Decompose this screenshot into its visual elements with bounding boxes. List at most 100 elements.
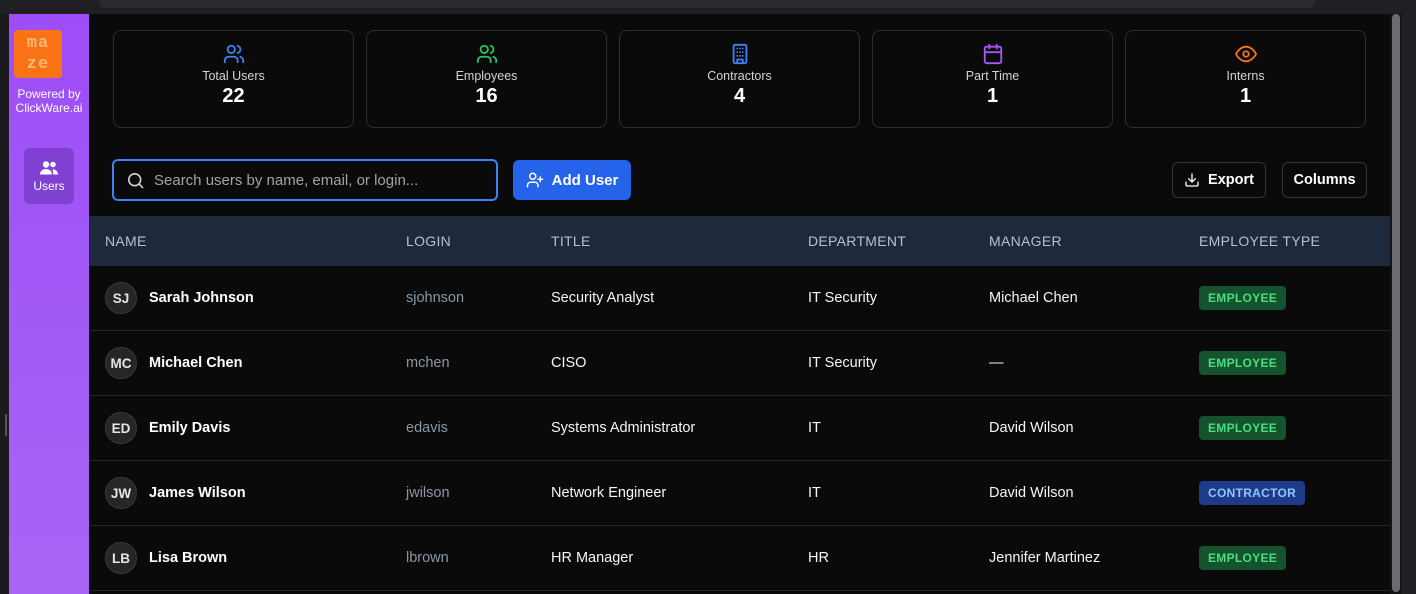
scrollbar-thumb[interactable]: [1392, 14, 1400, 592]
powered-by-brand: ClickWare.ai: [15, 101, 83, 115]
stat-value: 22: [222, 85, 245, 107]
eye-icon: [1234, 45, 1257, 63]
sidebar-item-label: Users: [33, 178, 65, 193]
department-cell: IT: [808, 485, 821, 501]
columns-label: Columns: [1293, 172, 1356, 188]
export-label: Export: [1208, 172, 1254, 188]
column-header-login[interactable]: LOGIN: [406, 233, 451, 249]
browser-address-bar[interactable]: [100, 0, 1315, 8]
avatar: LB: [105, 542, 137, 574]
login-cell: mchen: [406, 355, 450, 371]
avatar: SJ: [105, 282, 137, 314]
stat-value: 4: [733, 85, 746, 107]
title-cell: Systems Administrator: [551, 420, 696, 436]
logo-line-2: ze: [26, 55, 50, 74]
stat-card-part-time: Part Time 1: [872, 30, 1113, 128]
name-cell: LB Lisa Brown: [105, 542, 227, 574]
toolbar: Add User Export Columns: [89, 159, 1390, 201]
stat-value: 16: [475, 85, 498, 107]
user-name[interactable]: Lisa Brown: [149, 550, 227, 566]
avatar: MC: [105, 347, 137, 379]
search-icon: [127, 172, 144, 188]
table-row[interactable]: LB Lisa Brown lbrown HR Manager HR Jenni…: [89, 526, 1390, 591]
avatar: ED: [105, 412, 137, 444]
user-name[interactable]: Sarah Johnson: [149, 290, 254, 306]
manager-cell: Jennifer Martinez: [989, 550, 1101, 566]
column-header-title[interactable]: TITLE: [551, 233, 591, 249]
table-row[interactable]: SJ Sarah Johnson sjohnson Security Analy…: [89, 266, 1390, 331]
name-cell: JW James Wilson: [105, 477, 246, 509]
search-input[interactable]: [154, 171, 474, 189]
department-cell: IT Security: [808, 355, 878, 371]
department-cell: IT: [808, 420, 821, 436]
title-cell: HR Manager: [551, 550, 634, 566]
login-cell: lbrown: [406, 550, 449, 566]
table-row[interactable]: MC Michael Chen mchen CISO IT Security —…: [89, 331, 1390, 396]
employee-type-badge: EMPLOYEE: [1199, 351, 1287, 375]
employee-type-badge: EMPLOYEE: [1199, 416, 1287, 440]
stat-card-employees: Employees 16: [366, 30, 607, 128]
vertical-scrollbar[interactable]: [1390, 14, 1402, 594]
stat-label: Contractors: [707, 69, 772, 83]
stat-label: Total Users: [202, 69, 265, 83]
manager-cell: David Wilson: [989, 420, 1074, 436]
employee-type-badge: EMPLOYEE: [1199, 286, 1287, 310]
download-icon: [1185, 173, 1199, 187]
column-header-department[interactable]: DEPARTMENT: [808, 233, 906, 249]
add-user-button[interactable]: Add User: [513, 160, 631, 200]
stat-value: 1: [986, 85, 999, 107]
column-header-manager[interactable]: MANAGER: [989, 233, 1062, 249]
manager-cell: Michael Chen: [989, 290, 1078, 306]
table-row[interactable]: ED Emily Davis edavis Systems Administra…: [89, 396, 1390, 461]
columns-button[interactable]: Columns: [1282, 162, 1367, 198]
stat-card-contractors: Contractors 4: [619, 30, 860, 128]
resize-grip[interactable]: [5, 414, 7, 436]
user-plus-icon: [526, 172, 543, 188]
employee-type-badge: CONTRACTOR: [1199, 481, 1306, 505]
window-left-edge: [0, 14, 9, 594]
name-cell: ED Emily Davis: [105, 412, 230, 444]
main-content: Total Users 22 Employees 16 Contractors …: [89, 14, 1390, 594]
login-cell: sjohnson: [406, 290, 465, 306]
users-icon: [476, 44, 497, 64]
title-cell: CISO: [551, 355, 587, 371]
add-user-label: Add User: [551, 171, 619, 189]
employee-type-badge: EMPLOYEE: [1199, 546, 1287, 570]
stat-card-interns: Interns 1: [1125, 30, 1366, 128]
user-name[interactable]: Emily Davis: [149, 420, 230, 436]
powered-by-line: Powered by: [17, 87, 81, 101]
export-button[interactable]: Export: [1172, 162, 1266, 198]
department-cell: IT Security: [808, 290, 878, 306]
powered-by-text: Powered by ClickWare.ai: [9, 87, 89, 115]
calendar-icon: [983, 43, 1002, 65]
stat-value: 1: [1239, 85, 1252, 107]
stat-label: Interns: [1226, 69, 1265, 83]
avatar: JW: [105, 477, 137, 509]
sidebar: ma ze Powered by ClickWare.ai Users: [9, 14, 89, 594]
stat-label: Part Time: [965, 69, 1020, 83]
users-icon: [40, 160, 58, 174]
user-name[interactable]: James Wilson: [149, 485, 246, 501]
column-header-name[interactable]: NAME: [105, 233, 147, 249]
name-cell: SJ Sarah Johnson: [105, 282, 254, 314]
manager-cell: —: [989, 355, 1004, 371]
search-box[interactable]: [112, 159, 498, 201]
users-table: NAME LOGIN TITLE DEPARTMENT MANAGER EMPL…: [89, 216, 1390, 591]
department-cell: HR: [808, 550, 829, 566]
manager-cell: David Wilson: [989, 485, 1074, 501]
title-cell: Security Analyst: [551, 290, 655, 306]
maze-logo[interactable]: ma ze: [14, 30, 62, 78]
user-name[interactable]: Michael Chen: [149, 355, 242, 371]
stat-label: Employees: [455, 69, 518, 83]
column-header-employee-type[interactable]: EMPLOYEE TYPE: [1199, 233, 1320, 249]
table-row[interactable]: JW James Wilson jwilson Network Engineer…: [89, 461, 1390, 526]
name-cell: MC Michael Chen: [105, 347, 242, 379]
stats-row: Total Users 22 Employees 16 Contractors …: [113, 30, 1366, 128]
login-cell: edavis: [406, 420, 448, 436]
browser-top-bar: [0, 0, 1416, 14]
sidebar-item-users[interactable]: Users: [24, 148, 74, 204]
login-cell: jwilson: [406, 485, 450, 501]
title-cell: Network Engineer: [551, 485, 667, 501]
stat-card-total-users: Total Users 22: [113, 30, 354, 128]
table-header: NAME LOGIN TITLE DEPARTMENT MANAGER EMPL…: [89, 216, 1390, 266]
